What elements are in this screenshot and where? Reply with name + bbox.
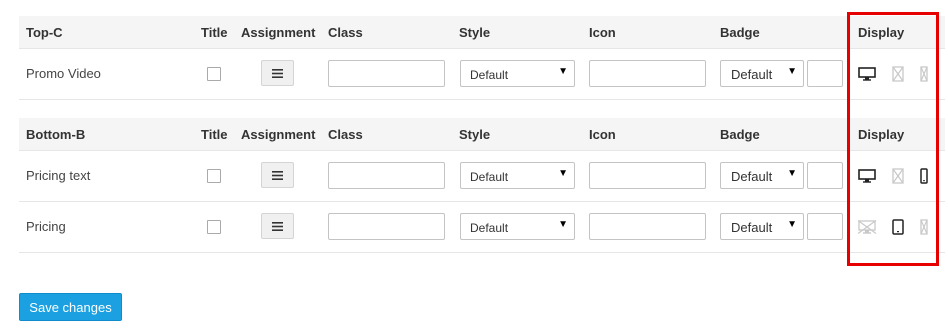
style-select-value: Default [470, 170, 509, 184]
style-select[interactable]: Default ▼ [460, 162, 575, 189]
style-select[interactable]: Default ▼ [460, 213, 575, 240]
badge-input[interactable] [807, 213, 843, 240]
badge-select[interactable]: Default ▼ [720, 213, 804, 240]
badge-select-value: Default [731, 67, 773, 82]
column-header-style: Style [459, 25, 491, 40]
class-input[interactable] [328, 162, 445, 189]
column-header-display: Display [858, 127, 905, 142]
table-row: Promo Video Default ▼ Default ▼ [19, 49, 945, 100]
phone-disabled-icon[interactable] [914, 65, 934, 83]
badge-select[interactable]: Default ▼ [720, 162, 804, 189]
save-changes-button[interactable]: Save changes [19, 293, 122, 321]
column-header-icon: Icon [589, 25, 616, 40]
icon-input[interactable] [589, 162, 706, 189]
section-title: Bottom-B [26, 127, 86, 142]
assignment-button[interactable] [261, 60, 294, 86]
column-header-icon: Icon [589, 127, 616, 142]
column-header-badge: Badge [720, 127, 760, 142]
title-checkbox[interactable] [207, 220, 221, 234]
column-header-assignment: Assignment [241, 25, 316, 40]
badge-select-value: Default [731, 220, 773, 235]
badge-select[interactable]: Default ▼ [720, 60, 804, 87]
table-row: Pricing text Default ▼ Default ▼ [19, 151, 945, 202]
column-header-assignment: Assignment [241, 127, 316, 142]
table-row: Pricing Default ▼ Default ▼ [19, 202, 945, 253]
style-select-value: Default [470, 221, 509, 235]
title-checkbox[interactable] [207, 169, 221, 183]
column-header-title: Title [201, 25, 228, 40]
tablet-disabled-icon[interactable] [888, 65, 908, 83]
icon-input[interactable] [589, 60, 706, 87]
class-input[interactable] [328, 60, 445, 87]
table-header: Top-C Title Assignment Class Style Icon … [19, 16, 945, 49]
menu-icon [272, 68, 283, 78]
desktop-icon[interactable] [857, 65, 877, 83]
assignment-button[interactable] [261, 213, 294, 239]
phone-icon[interactable] [914, 167, 934, 185]
badge-input[interactable] [807, 60, 843, 87]
row-label: Pricing [26, 219, 66, 234]
column-header-class: Class [328, 127, 363, 142]
column-header-badge: Badge [720, 25, 760, 40]
column-header-style: Style [459, 127, 491, 142]
badge-input[interactable] [807, 162, 843, 189]
class-input[interactable] [328, 213, 445, 240]
phone-disabled-icon[interactable] [914, 218, 934, 236]
menu-icon [272, 170, 283, 180]
icon-input[interactable] [589, 213, 706, 240]
table-header: Bottom-B Title Assignment Class Style Ic… [19, 118, 945, 151]
desktop-icon[interactable] [857, 167, 877, 185]
badge-select-value: Default [731, 169, 773, 184]
column-header-title: Title [201, 127, 228, 142]
dropdown-arrow-icon: ▼ [558, 168, 568, 179]
menu-icon [272, 221, 283, 231]
column-header-display: Display [858, 25, 905, 40]
style-select-value: Default [470, 68, 509, 82]
row-label: Pricing text [26, 168, 91, 183]
dropdown-arrow-icon: ▼ [558, 219, 568, 230]
dropdown-arrow-icon: ▼ [787, 168, 797, 179]
assignment-button[interactable] [261, 162, 294, 188]
tablet-icon[interactable] [888, 218, 908, 236]
dropdown-arrow-icon: ▼ [787, 66, 797, 77]
tablet-disabled-icon[interactable] [888, 167, 908, 185]
row-label: Promo Video [26, 66, 101, 81]
title-checkbox[interactable] [207, 67, 221, 81]
column-header-class: Class [328, 25, 363, 40]
dropdown-arrow-icon: ▼ [787, 219, 797, 230]
dropdown-arrow-icon: ▼ [558, 66, 568, 77]
style-select[interactable]: Default ▼ [460, 60, 575, 87]
section-title: Top-C [26, 25, 63, 40]
desktop-disabled-icon[interactable] [857, 218, 877, 236]
